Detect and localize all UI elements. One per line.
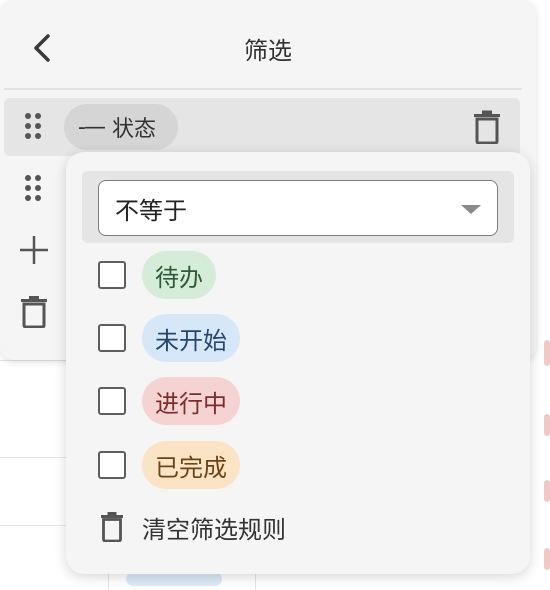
- status-tag-in-progress: 进行中: [142, 377, 240, 425]
- clear-filter-button[interactable]: 清空筛选规则: [100, 507, 286, 547]
- checkbox[interactable]: [98, 387, 126, 415]
- option-item[interactable]: 未开始: [98, 313, 240, 363]
- clear-filter-label: 清空筛选规则: [142, 515, 286, 544]
- caret-down-icon: [461, 205, 481, 214]
- option-item[interactable]: 待办: [98, 250, 216, 300]
- option-item[interactable]: 已完成: [98, 440, 240, 490]
- table-cell-marker: [544, 340, 550, 366]
- checkbox[interactable]: [98, 324, 126, 352]
- divider: [4, 88, 522, 90]
- filter-field-chip[interactable]: -— 状态: [64, 104, 178, 150]
- plus-icon[interactable]: [18, 232, 50, 268]
- table-cell-marker: [544, 480, 550, 502]
- filter-rule-row: -— 状态: [4, 98, 520, 156]
- field-label: 状态: [111, 117, 156, 142]
- checkbox[interactable]: [98, 261, 126, 289]
- option-item[interactable]: 进行中: [98, 376, 240, 426]
- operator-select[interactable]: 不等于: [98, 180, 498, 236]
- table-row-divider: [0, 457, 66, 458]
- operator-select-value: 不等于: [115, 196, 187, 225]
- status-tag-done: 已完成: [142, 441, 240, 489]
- filter-value-popup: 不等于 待办 未开始 进行中 已完成 清空筛选规则: [66, 152, 530, 574]
- table-row-divider: [0, 525, 66, 526]
- trash-icon: [101, 512, 123, 542]
- drag-handle-icon[interactable]: [22, 111, 44, 141]
- table-cell-marker: [544, 548, 550, 570]
- panel-title: 筛选: [244, 37, 292, 65]
- status-tag-not-started: 未开始: [142, 314, 240, 362]
- table-cell-marker: [544, 414, 550, 436]
- checkbox[interactable]: [98, 451, 126, 479]
- drag-handle-icon[interactable]: [22, 173, 44, 203]
- trash-icon[interactable]: [472, 110, 502, 144]
- operator-symbol: -—: [78, 114, 106, 140]
- trash-icon[interactable]: [20, 296, 48, 328]
- table-row-divider: [0, 360, 66, 361]
- screen: 筛选 -— 状态 不等于 待办 未开始 进行中 已完成 清空筛选规则: [0, 0, 550, 590]
- operator-select-container: 不等于: [82, 171, 514, 243]
- table-cell-tag: [126, 572, 222, 586]
- status-tag-todo: 待办: [142, 251, 216, 299]
